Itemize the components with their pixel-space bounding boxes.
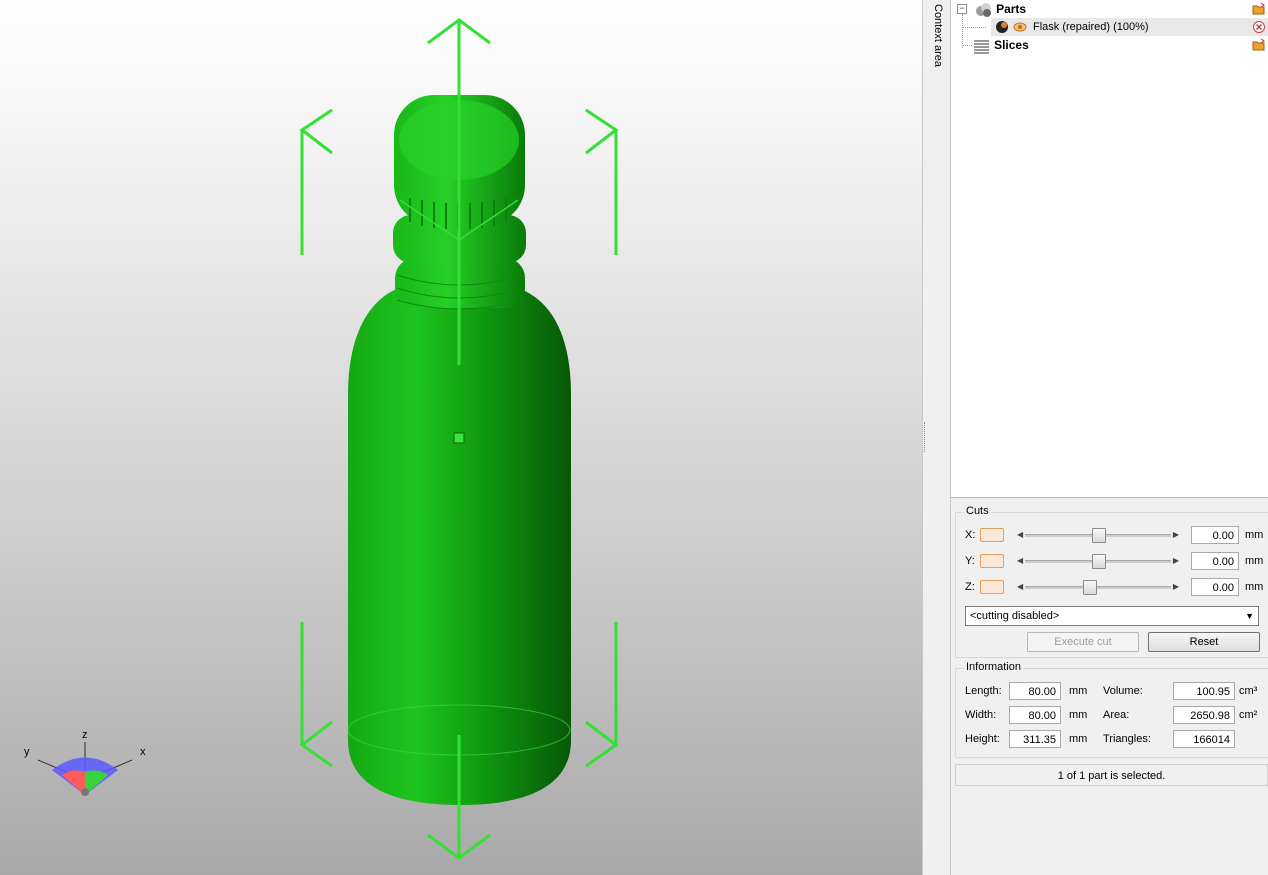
- slider-left-arrow-icon[interactable]: ◀: [1017, 556, 1023, 565]
- center-handle[interactable]: [453, 432, 465, 444]
- part-shading-icon[interactable]: [995, 20, 1009, 34]
- area-unit: cm²: [1239, 709, 1258, 721]
- selection-status: 1 of 1 part is selected.: [955, 764, 1268, 786]
- execute-cut-button[interactable]: Execute cut: [1027, 632, 1139, 652]
- volume-unit: cm³: [1239, 685, 1258, 697]
- tree-item-flask[interactable]: Flask (repaired) (100%): [991, 18, 1268, 36]
- cut-y-unit: mm: [1245, 555, 1264, 567]
- cut-mode-value: <cutting disabled>: [970, 610, 1060, 622]
- axis-label-y: y: [24, 746, 30, 758]
- information-title: Information: [964, 661, 1024, 673]
- axis-label-z: z: [82, 729, 88, 741]
- slices-icon: [974, 40, 989, 54]
- height-value: 311.35: [1009, 730, 1061, 748]
- axis-label-x: x: [140, 746, 146, 758]
- context-area-tab[interactable]: Context area: [928, 0, 951, 875]
- cut-x-unit: mm: [1245, 529, 1264, 541]
- parts-tree[interactable]: − Parts Flask (repaired) (100%) Slices: [951, 0, 1268, 498]
- cut-z-slider[interactable]: ◀ ▶: [1013, 580, 1183, 595]
- triangles-value: 166014: [1173, 730, 1235, 748]
- visibility-eye-icon[interactable]: [1013, 20, 1027, 34]
- tree-slices-label: Slices: [994, 38, 1029, 52]
- cut-x-input[interactable]: 0.00: [1191, 526, 1239, 544]
- reset-button[interactable]: Reset: [1148, 632, 1260, 652]
- cut-z-unit: mm: [1245, 581, 1264, 593]
- cut-x-slider[interactable]: ◀ ▶: [1013, 528, 1183, 543]
- volume-label: Volume:: [1103, 685, 1143, 697]
- cut-z-thumb[interactable]: [1082, 580, 1097, 595]
- length-label: Length:: [965, 685, 1002, 697]
- slider-left-arrow-icon[interactable]: ◀: [1017, 582, 1023, 591]
- parts-icon: [976, 3, 991, 18]
- tree-parts-label: Parts: [996, 2, 1027, 16]
- width-unit: mm: [1069, 709, 1088, 721]
- slider-right-arrow-icon[interactable]: ▶: [1173, 530, 1179, 539]
- viewport-scene[interactable]: [0, 0, 922, 875]
- height-unit: mm: [1069, 733, 1088, 745]
- parts-expander[interactable]: −: [957, 4, 967, 14]
- tree-item-slices[interactable]: Slices: [973, 36, 1029, 54]
- chevron-down-icon: ▼: [1245, 611, 1254, 621]
- area-label: Area:: [1103, 709, 1130, 721]
- triangles-label: Triangles:: [1103, 733, 1151, 745]
- open-slices-folder-icon[interactable]: [1252, 38, 1266, 52]
- cut-z-label: Z:: [965, 581, 975, 593]
- cut-x-label: X:: [965, 529, 976, 541]
- slider-left-arrow-icon[interactable]: ◀: [1017, 530, 1023, 539]
- axis-indicator: [37, 742, 133, 796]
- cut-y-thumb[interactable]: [1092, 554, 1106, 569]
- width-value: 80.00: [1009, 706, 1061, 724]
- height-label: Height:: [965, 733, 1000, 745]
- cut-x-color[interactable]: [980, 528, 1004, 542]
- cut-mode-select[interactable]: <cutting disabled> ▼: [965, 606, 1259, 626]
- splitter-grip[interactable]: [924, 422, 927, 452]
- tree-flask-label: Flask (repaired) (100%): [1033, 21, 1149, 33]
- cut-z-color[interactable]: [980, 580, 1004, 594]
- cut-y-slider[interactable]: ◀ ▶: [1013, 554, 1183, 569]
- 3d-viewport[interactable]: z y x: [0, 0, 922, 875]
- cuts-title: Cuts: [964, 505, 991, 517]
- volume-value: 100.95: [1173, 682, 1235, 700]
- cut-z-input[interactable]: 0.00: [1191, 578, 1239, 596]
- context-area-label: Context area: [932, 4, 944, 67]
- cut-y-color[interactable]: [980, 554, 1004, 568]
- area-value: 2650.98: [1173, 706, 1235, 724]
- side-panel: − Parts Flask (repaired) (100%) Slices C…: [951, 0, 1268, 875]
- cut-y-input[interactable]: 0.00: [1191, 552, 1239, 570]
- remove-part-icon[interactable]: [1252, 20, 1266, 34]
- width-label: Width:: [965, 709, 997, 721]
- cut-y-label: Y:: [965, 555, 975, 567]
- slider-right-arrow-icon[interactable]: ▶: [1173, 556, 1179, 565]
- slider-right-arrow-icon[interactable]: ▶: [1173, 582, 1179, 591]
- cut-x-thumb[interactable]: [1092, 528, 1106, 543]
- tree-item-parts[interactable]: Parts: [975, 0, 1026, 18]
- length-unit: mm: [1069, 685, 1088, 697]
- open-folder-icon[interactable]: [1252, 2, 1266, 16]
- length-value: 80.00: [1009, 682, 1061, 700]
